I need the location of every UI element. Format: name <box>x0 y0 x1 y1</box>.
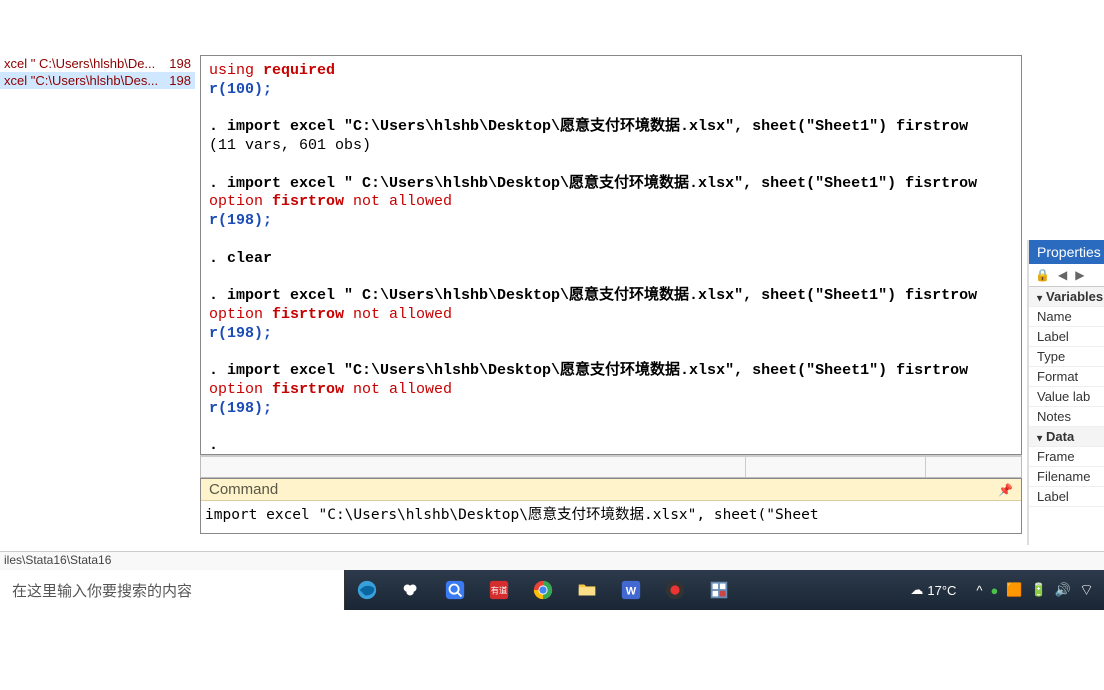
tray-app-icon[interactable]: 🟧 <box>1006 582 1022 598</box>
windows-taskbar: 在这里输入你要搜索的内容 有道 W ☁ 17°C ^ ● 🟧 🔋 🔊 ⌔ <box>0 570 1104 610</box>
pin-icon[interactable]: 📌 <box>998 483 1013 497</box>
main-status-bar: iles\Stata16\Stata16 <box>0 551 1104 570</box>
tray-volume-icon[interactable]: 🔊 <box>1055 582 1071 598</box>
history-rc: 198 <box>169 73 191 88</box>
weather-widget[interactable]: ☁ 17°C <box>910 582 956 598</box>
prop-format[interactable]: Format <box>1029 367 1104 387</box>
prop-valuelab[interactable]: Value lab <box>1029 387 1104 407</box>
history-cmd: xcel " C:\Users\hlshb\De... <box>4 56 163 71</box>
system-tray: ☁ 17°C ^ ● 🟧 🔋 🔊 ⌔ <box>910 580 1104 600</box>
tray-battery-icon[interactable]: 🔋 <box>1031 582 1047 598</box>
prop-label[interactable]: Label <box>1029 327 1104 347</box>
file-explorer-icon[interactable] <box>565 570 609 610</box>
properties-pane: Properties 🔒 ◀ ▶ Variables Name Label Ty… <box>1027 240 1104 545</box>
nav-right-icon[interactable]: ▶ <box>1075 268 1084 282</box>
results-text: using required r(100); . import excel "C… <box>209 62 1013 455</box>
prop-filename[interactable]: Filename <box>1029 467 1104 487</box>
history-item[interactable]: xcel " C:\Users\hlshb\De... 198 <box>0 55 195 72</box>
prop-type[interactable]: Type <box>1029 347 1104 367</box>
prop-notes[interactable]: Notes <box>1029 407 1104 427</box>
results-status-bar <box>200 455 1022 478</box>
command-input[interactable] <box>201 501 1021 525</box>
cloud-icon: ☁ <box>910 582 923 598</box>
properties-title: Properties <box>1029 240 1104 264</box>
search-placeholder: 在这里输入你要搜索的内容 <box>12 580 192 601</box>
prop-label2[interactable]: Label <box>1029 487 1104 507</box>
history-rc: 198 <box>169 56 191 71</box>
history-cmd: xcel "C:\Users\hlshb\Des... <box>4 73 163 88</box>
stata-icon[interactable] <box>697 570 741 610</box>
weather-temp: 17°C <box>927 583 956 598</box>
nav-left-icon[interactable]: ◀ <box>1058 268 1067 282</box>
svg-text:W: W <box>626 586 637 598</box>
properties-toolbar: 🔒 ◀ ▶ <box>1029 264 1104 287</box>
cloud-app-icon[interactable] <box>389 570 433 610</box>
prop-name[interactable]: Name <box>1029 307 1104 327</box>
tray-wifi-icon[interactable]: ⌔ <box>1079 580 1094 600</box>
task-icons: 有道 W <box>345 570 741 610</box>
youdao-icon[interactable]: 有道 <box>477 570 521 610</box>
command-header: Command 📌 <box>201 479 1021 501</box>
top-blank-area <box>0 0 1104 55</box>
results-pane[interactable]: using required r(100); . import excel "C… <box>200 55 1022 455</box>
taskbar-search[interactable]: 在这里输入你要搜索的内容 <box>0 570 345 610</box>
record-icon[interactable] <box>653 570 697 610</box>
prop-section-variables[interactable]: Variables <box>1029 287 1104 307</box>
command-title: Command <box>209 481 278 498</box>
wps-icon[interactable]: W <box>609 570 653 610</box>
magnifier-app-icon[interactable] <box>433 570 477 610</box>
prop-section-data[interactable]: Data <box>1029 427 1104 447</box>
lock-icon[interactable]: 🔒 <box>1035 268 1050 282</box>
tray-wechat-icon[interactable]: ● <box>991 583 999 598</box>
tray-chevron-icon[interactable]: ^ <box>976 583 982 598</box>
command-pane: Command 📌 <box>200 478 1022 534</box>
history-item[interactable]: xcel "C:\Users\hlshb\Des... 198 <box>0 72 195 89</box>
chrome-icon[interactable] <box>521 570 565 610</box>
history-pane: xcel " C:\Users\hlshb\De... 198 xcel "C:… <box>0 55 195 545</box>
svg-text:有道: 有道 <box>491 586 508 596</box>
edge-icon[interactable] <box>345 570 389 610</box>
prop-frame[interactable]: Frame <box>1029 447 1104 467</box>
